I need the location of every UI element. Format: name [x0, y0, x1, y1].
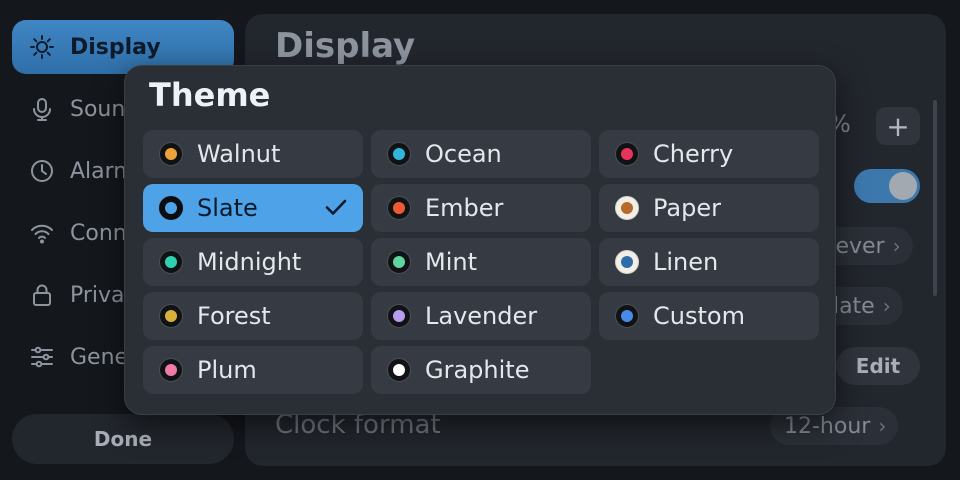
color-swatch — [387, 142, 411, 166]
theme-option-label: Linen — [653, 248, 719, 276]
theme-option-cherry[interactable]: Cherry — [599, 130, 819, 178]
theme-option-label: Walnut — [197, 140, 281, 168]
theme-option-ember[interactable]: Ember — [371, 184, 591, 232]
theme-option-label: Slate — [197, 194, 258, 222]
color-swatch — [615, 250, 639, 274]
theme-option-label: Graphite — [425, 356, 530, 384]
chevron-right-icon: › — [878, 414, 887, 438]
swatch-dot — [393, 148, 405, 160]
sliders-icon — [28, 343, 56, 371]
theme-option-ocean[interactable]: Ocean — [371, 130, 591, 178]
theme-popover: Theme Walnut Ocean Cherry Slate Ember Paper Mi… — [124, 65, 836, 415]
swatch-dot — [393, 202, 405, 214]
color-swatch — [159, 196, 183, 220]
microphone-icon — [28, 95, 56, 123]
theme-option-label: Cherry — [653, 140, 734, 168]
theme-option-label: Forest — [197, 302, 271, 330]
theme-option-label: Ember — [425, 194, 504, 222]
color-swatch — [387, 304, 411, 328]
swatch-dot — [165, 148, 177, 160]
checkmark-icon — [323, 194, 349, 226]
theme-option-label: Lavender — [425, 302, 538, 330]
chevron-right-icon: › — [882, 294, 891, 318]
lock-icon — [28, 281, 56, 309]
toggle-knob — [889, 172, 917, 200]
color-swatch — [159, 250, 183, 274]
color-swatch — [159, 358, 183, 382]
setting-toggle[interactable] — [854, 169, 920, 203]
theme-option-label: Paper — [653, 194, 721, 222]
theme-option-midnight[interactable]: Midnight — [143, 238, 363, 286]
theme-option-slate[interactable]: Slate — [143, 184, 363, 232]
color-swatch — [387, 196, 411, 220]
theme-option-mint[interactable]: Mint — [371, 238, 591, 286]
swatch-dot — [621, 310, 633, 322]
increase-button[interactable]: + — [876, 107, 920, 145]
color-swatch — [159, 142, 183, 166]
color-swatch — [615, 142, 639, 166]
theme-option-custom[interactable]: Custom — [599, 292, 819, 340]
swatch-dot — [393, 256, 405, 268]
theme-option-lavender[interactable]: Lavender — [371, 292, 591, 340]
theme-option-label: Midnight — [197, 248, 302, 276]
done-button[interactable]: Done — [12, 414, 234, 464]
chevron-right-icon: › — [892, 234, 901, 258]
sidebar-item-label: Display — [70, 34, 161, 60]
scrollbar[interactable] — [933, 100, 937, 296]
page-title: Display — [275, 26, 416, 66]
theme-option-walnut[interactable]: Walnut — [143, 130, 363, 178]
theme-option-graphite[interactable]: Graphite — [371, 346, 591, 394]
popover-title: Theme — [149, 76, 271, 114]
swatch-dot — [165, 364, 177, 376]
wifi-icon — [28, 219, 56, 247]
color-swatch — [159, 304, 183, 328]
swatch-dot — [165, 310, 177, 322]
swatch-dot — [621, 256, 633, 268]
theme-option-linen[interactable]: Linen — [599, 238, 819, 286]
swatch-dot — [393, 310, 405, 322]
swatch-dot — [165, 256, 177, 268]
clock-icon — [28, 157, 56, 185]
swatch-dot — [393, 364, 405, 376]
clock-format-value: 12-hour — [784, 413, 871, 439]
swatch-dot — [621, 202, 633, 214]
theme-option-paper[interactable]: Paper — [599, 184, 819, 232]
sun-icon — [28, 33, 56, 61]
theme-option-label: Mint — [425, 248, 477, 276]
theme-option-label: Custom — [653, 302, 745, 330]
color-swatch — [387, 250, 411, 274]
swatch-dot — [621, 148, 633, 160]
color-swatch — [615, 304, 639, 328]
theme-option-label: Ocean — [425, 140, 502, 168]
swatch-dot — [165, 202, 177, 214]
color-swatch — [387, 358, 411, 382]
theme-option-forest[interactable]: Forest — [143, 292, 363, 340]
theme-option-plum[interactable]: Plum — [143, 346, 363, 394]
theme-option-label: Plum — [197, 356, 257, 384]
edit-button[interactable]: Edit — [836, 347, 920, 385]
color-swatch — [615, 196, 639, 220]
